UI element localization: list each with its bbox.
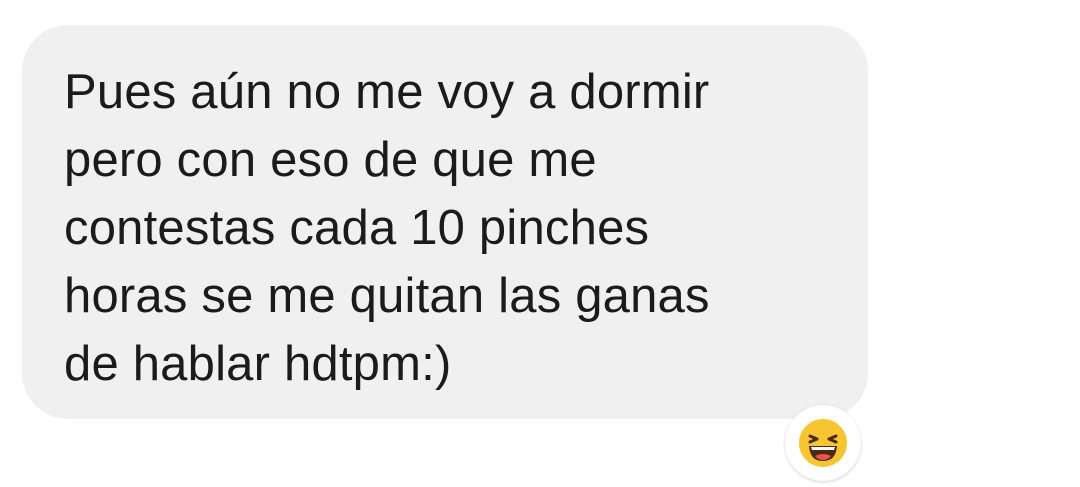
message-text: Pues aún no me voy a dormir pero con eso… bbox=[64, 58, 710, 398]
laughing-emoji-icon bbox=[799, 419, 847, 467]
message-line: de hablar hdtpm:) bbox=[64, 337, 452, 391]
message-line: horas se me quitan las ganas bbox=[64, 269, 710, 323]
message-line: pero con eso de que me bbox=[64, 133, 597, 187]
message-line: contestas cada 10 pinches bbox=[64, 201, 650, 255]
message-line: Pues aún no me voy a dormir bbox=[64, 65, 710, 119]
reaction-badge[interactable] bbox=[785, 405, 861, 481]
